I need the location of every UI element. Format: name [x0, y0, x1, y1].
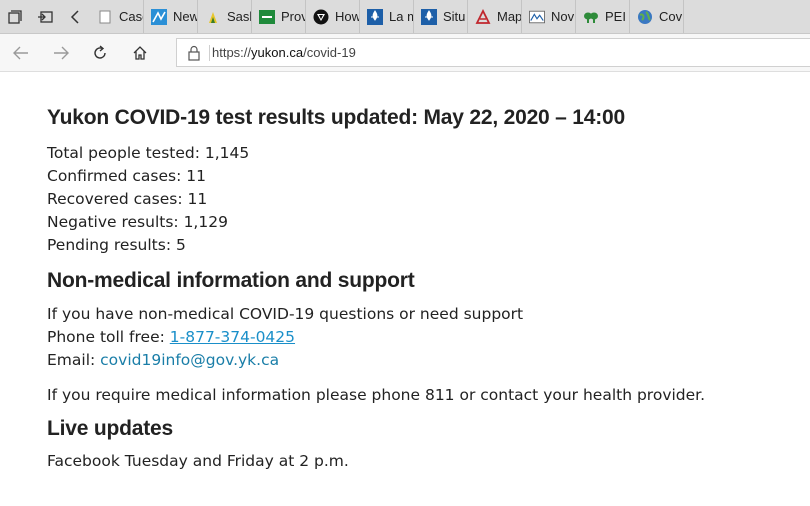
stat-negative: Negative results: 1,129: [47, 213, 228, 231]
tab-label: Sask: [227, 9, 251, 24]
tab-map[interactable]: Map: [468, 0, 522, 33]
url-text[interactable]: https://yukon.ca/covid-19: [212, 45, 356, 60]
scroll-tabs-left-icon[interactable]: [60, 0, 90, 33]
stat-total-tested: Total people tested: 1,145: [47, 144, 250, 162]
stat-pending: Pending results: 5: [47, 236, 186, 254]
back-button[interactable]: [10, 42, 32, 64]
tab-strip: Case New Sask Prov How La m Situ Map Nov…: [0, 0, 810, 34]
medical-info-text: If you require medical information pleas…: [47, 386, 706, 404]
email-label: Email:: [47, 351, 101, 369]
email-line: Email: covid19info@gov.yk.ca: [47, 349, 787, 372]
refresh-button[interactable]: [89, 42, 111, 64]
url-path: /covid-19: [303, 45, 356, 60]
tab-la-m[interactable]: La m: [360, 0, 414, 33]
url-host: yukon.ca: [251, 45, 304, 60]
tab-label: PEI (: [605, 9, 629, 24]
tab-sask[interactable]: Sask: [198, 0, 252, 33]
set-aside-tabs-icon[interactable]: [30, 0, 60, 33]
home-icon: [133, 46, 147, 60]
chart-icon: [151, 8, 167, 25]
tab-nov[interactable]: Nov: [522, 0, 576, 33]
forward-button[interactable]: [50, 42, 72, 64]
pei-icon: [583, 9, 599, 25]
home-button[interactable]: [129, 42, 151, 64]
tab-actions-icon[interactable]: [0, 0, 30, 33]
test-results-list: Total people tested: 1,145 Confirmed cas…: [47, 142, 787, 257]
globe-icon: [637, 9, 653, 25]
tab-cov[interactable]: Cov: [630, 0, 684, 33]
phone-link[interactable]: 1-877-374-0425: [170, 328, 295, 346]
support-block: If you have non-medical COVID-19 questio…: [47, 303, 787, 372]
back-arrow-icon: [13, 46, 28, 60]
live-updates-text: Facebook Tuesday and Friday at 2 p.m.: [47, 452, 349, 470]
tab-label: Prov: [281, 9, 305, 24]
address-divider: [209, 45, 210, 61]
tab-label: Cov: [659, 9, 683, 24]
address-bar[interactable]: https://yukon.ca/covid-19: [176, 38, 810, 67]
map-icon: [475, 8, 491, 25]
page-content: Yukon COVID-19 test results updated: May…: [47, 106, 787, 473]
tab-label: Case: [119, 9, 143, 24]
tab-label: How: [335, 9, 359, 24]
live-updates-heading: Live updates: [47, 417, 173, 440]
support-heading: Non-medical information and support: [47, 269, 415, 292]
page-heading: Yukon COVID-19 test results updated: May…: [47, 106, 625, 129]
navigation-bar: https://yukon.ca/covid-19: [0, 34, 810, 72]
support-text: If you have non-medical COVID-19 questio…: [47, 305, 524, 323]
tab-how[interactable]: How: [306, 0, 360, 33]
tab-label: Map: [497, 9, 521, 24]
tab-label: La m: [389, 9, 413, 24]
tab-label: Situ: [443, 9, 466, 24]
tab-prov[interactable]: Prov: [252, 0, 306, 33]
email-link[interactable]: covid19info@gov.yk.ca: [100, 351, 279, 369]
quebec-icon: [421, 8, 437, 25]
stat-confirmed: Confirmed cases: 11: [47, 167, 206, 185]
phone-line: Phone toll free: 1-877-374-0425: [47, 326, 787, 349]
tab-label: Nov: [551, 9, 575, 24]
url-scheme: https://: [212, 45, 252, 60]
prov-icon: [259, 9, 275, 25]
ns-icon: [529, 9, 545, 25]
tab-label: New: [173, 9, 197, 24]
document-icon: [97, 9, 113, 25]
phone-label: Phone toll free:: [47, 328, 170, 346]
tab-new[interactable]: New: [144, 0, 198, 33]
refresh-icon: [94, 45, 106, 59]
stat-recovered: Recovered cases: 11: [47, 190, 208, 208]
sask-icon: [205, 9, 221, 25]
tab-pei[interactable]: PEI (: [576, 0, 630, 33]
tab-situ[interactable]: Situ: [414, 0, 468, 33]
forward-arrow-icon: [54, 46, 69, 60]
lock-icon[interactable]: [187, 45, 201, 61]
quebec-icon: [367, 8, 383, 25]
tab-case[interactable]: Case: [90, 0, 144, 33]
ontario-icon: [313, 9, 329, 25]
